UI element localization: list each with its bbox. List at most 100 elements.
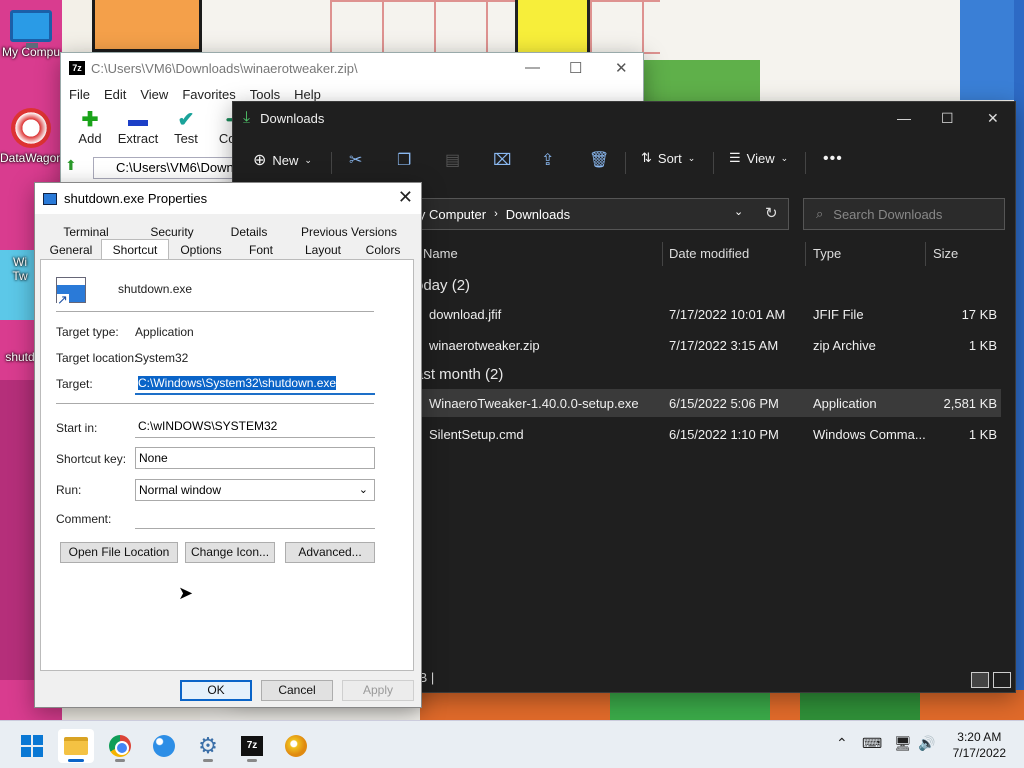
- add-label: Add: [78, 131, 102, 146]
- search-box[interactable]: ⌕ Search Downloads: [803, 198, 1005, 230]
- taskbar-paint[interactable]: [146, 729, 182, 763]
- explorer-title: Downloads: [260, 110, 325, 126]
- desktop-icon-label: DataWagon: [0, 151, 63, 165]
- group-header-last-month[interactable]: ast month (2): [415, 366, 503, 383]
- up-folder-icon[interactable]: ⬆: [65, 157, 83, 175]
- close-icon[interactable]: ✕: [398, 187, 413, 208]
- maximize-icon[interactable]: ☐: [941, 110, 954, 127]
- chrome-icon: [109, 735, 131, 757]
- keyboard-icon[interactable]: ⌨: [862, 735, 882, 752]
- file-row[interactable]: SilentSetup.cmd 6/15/2022 1:10 PM Window…: [415, 420, 1001, 448]
- column-size[interactable]: Size: [933, 246, 958, 261]
- sort-button[interactable]: ⇅ Sort ⌄: [641, 150, 695, 166]
- column-date-modified[interactable]: Date modified: [669, 246, 749, 261]
- taskbar-datawagon[interactable]: [278, 729, 314, 763]
- menu-help[interactable]: Help: [294, 87, 321, 102]
- tab-previous-versions[interactable]: Previous Versions: [297, 223, 401, 242]
- column-type[interactable]: Type: [813, 246, 841, 261]
- running-indicator: [203, 759, 213, 762]
- view-button[interactable]: ☰ View ⌄: [729, 150, 788, 166]
- network-icon[interactable]: 🖥: [894, 735, 912, 752]
- tab-layout[interactable]: Layout: [295, 241, 351, 260]
- maximize-icon[interactable]: ☐: [569, 59, 582, 77]
- menu-favorites[interactable]: Favorites: [182, 87, 235, 102]
- run-select[interactable]: Normal window ⌄: [135, 479, 375, 501]
- search-icon: ⌕: [816, 206, 824, 221]
- taskbar-file-explorer[interactable]: [58, 729, 94, 763]
- menu-tools[interactable]: Tools: [250, 87, 280, 102]
- start-button[interactable]: [14, 729, 50, 763]
- change-icon-button[interactable]: Change Icon...: [185, 542, 275, 563]
- more-options-icon[interactable]: •••: [823, 150, 843, 168]
- details-view-icon[interactable]: [971, 672, 989, 688]
- tab-shortcut[interactable]: Shortcut: [101, 239, 169, 261]
- column-name[interactable]: Name: [423, 246, 458, 261]
- add-button[interactable]: ✚ Add: [69, 109, 111, 146]
- 7zip-title-bar[interactable]: 7z C:\Users\VM6\Downloads\winaerotweaker…: [61, 53, 643, 83]
- extract-button[interactable]: ▬ Extract: [117, 109, 159, 146]
- paste-icon[interactable]: ▤: [445, 150, 460, 170]
- file-date: 7/17/2022 3:15 AM: [669, 338, 779, 353]
- properties-title-bar[interactable]: shutdown.exe Properties: [35, 183, 421, 214]
- breadcrumb-parent[interactable]: ly Computer: [416, 207, 486, 222]
- tab-font[interactable]: Font: [235, 241, 287, 260]
- file-row-selected[interactable]: WinaeroTweaker-1.40.0.0-setup.exe 6/15/2…: [415, 389, 1001, 417]
- folder-icon: [64, 737, 88, 755]
- start-in-field[interactable]: C:\wINDOWS\SYSTEM32: [135, 416, 375, 438]
- menu-edit[interactable]: Edit: [104, 87, 126, 102]
- 7zip-icon: 7z: [241, 736, 263, 756]
- target-type-value: Application: [135, 325, 194, 339]
- address-bar[interactable]: ly Computer › Downloads ⌄: [415, 198, 789, 230]
- gear-icon: ⚙: [198, 733, 218, 758]
- file-row[interactable]: winaerotweaker.zip 7/17/2022 3:15 AM zip…: [415, 331, 1001, 359]
- close-icon[interactable]: ✕: [987, 110, 999, 127]
- chevron-up-icon[interactable]: ⌃: [836, 735, 848, 752]
- tiles-view-icon[interactable]: [993, 672, 1011, 688]
- desktop-icon-my-computer[interactable]: My Compu: [0, 10, 62, 59]
- copy-icon[interactable]: ❐: [397, 150, 411, 170]
- target-field[interactable]: C:\Windows\System32\shutdown.exe: [135, 373, 375, 395]
- rename-icon[interactable]: ⌧: [493, 150, 511, 170]
- close-icon[interactable]: ✕: [615, 59, 628, 77]
- tab-details[interactable]: Details: [221, 223, 277, 242]
- taskbar-settings[interactable]: ⚙: [190, 729, 226, 763]
- properties-dialog: shutdown.exe Properties ✕ Terminal Secur…: [34, 182, 422, 708]
- shortcut-key-label: Shortcut key:: [56, 452, 127, 466]
- open-file-location-button[interactable]: Open File Location: [60, 542, 178, 563]
- taskbar-7zip[interactable]: 7z: [234, 729, 270, 763]
- share-icon[interactable]: ⇪: [541, 150, 554, 170]
- volume-icon[interactable]: 🔊: [918, 735, 935, 752]
- minimize-icon[interactable]: —: [525, 59, 540, 76]
- 7zip-path-field[interactable]: C:\Users\VM6\Downlo: [93, 157, 233, 179]
- new-button[interactable]: ⊕ New ⌄: [253, 150, 312, 170]
- desktop-icon-datawagon[interactable]: DataWagon: [0, 108, 63, 165]
- delete-icon[interactable]: 🗑: [589, 150, 609, 170]
- running-indicator: [247, 759, 257, 762]
- apply-button[interactable]: Apply: [342, 680, 414, 701]
- breadcrumb-current[interactable]: Downloads: [506, 207, 570, 222]
- file-row[interactable]: download.jfif 7/17/2022 10:01 AM JFIF Fi…: [415, 300, 1001, 328]
- chevron-down-icon[interactable]: ⌄: [734, 205, 743, 218]
- menu-view[interactable]: View: [140, 87, 168, 102]
- cancel-button[interactable]: Cancel: [261, 680, 333, 701]
- clock[interactable]: 3:20 AM 7/17/2022: [953, 729, 1006, 761]
- cut-icon[interactable]: ✂: [349, 150, 362, 170]
- test-button[interactable]: ✔ Test: [165, 109, 207, 146]
- group-header-today[interactable]: oday (2): [415, 277, 470, 294]
- ok-button[interactable]: OK: [180, 680, 252, 701]
- file-type: zip Archive: [813, 338, 876, 353]
- advanced-button[interactable]: Advanced...: [285, 542, 375, 563]
- tab-colors[interactable]: Colors: [357, 241, 409, 260]
- file-date: 6/15/2022 5:06 PM: [669, 396, 779, 411]
- tab-options[interactable]: Options: [173, 241, 229, 260]
- minimize-icon[interactable]: —: [897, 110, 911, 126]
- shortcut-key-field[interactable]: None: [135, 447, 375, 469]
- plus-circle-icon: ⊕: [253, 152, 267, 169]
- comment-field[interactable]: [135, 507, 375, 529]
- refresh-icon[interactable]: ↻: [765, 204, 778, 222]
- datawagon-icon: [285, 735, 307, 757]
- explorer-command-bar: ⊕ New ⌄ ✂ ❐ ▤ ⌧ ⇪ 🗑 ⇅ Sort ⌄ ☰ View ⌄ ••…: [233, 140, 1015, 184]
- taskbar-chrome[interactable]: [102, 729, 138, 763]
- tab-general[interactable]: General: [43, 241, 99, 260]
- menu-file[interactable]: File: [69, 87, 90, 102]
